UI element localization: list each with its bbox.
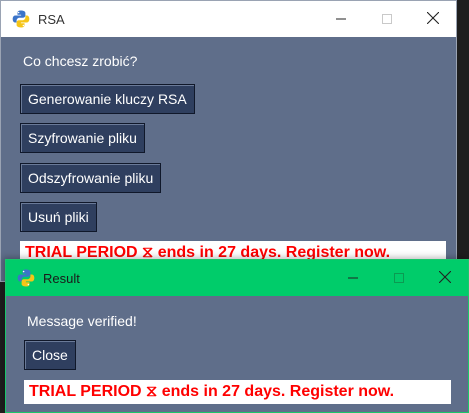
window-controls [318, 1, 456, 37]
minimize-icon [336, 12, 346, 27]
python-icon [15, 267, 37, 289]
generate-keys-button[interactable]: Generowanie kluczy RSA [20, 84, 195, 114]
background-desktop-strip [457, 0, 469, 259]
maximize-button[interactable] [364, 1, 410, 37]
result-message: Message verified! [27, 313, 137, 329]
encrypt-file-button[interactable]: Szyfrowanie pliku [20, 123, 145, 153]
maximize-icon [394, 271, 404, 286]
minimize-button[interactable] [330, 260, 376, 296]
trial-banner: TRIAL PERIOD ⧖ ends in 27 days. Register… [24, 380, 451, 404]
rsa-window: RSA Co chcesz zrobić? Generowanie kluczy… [0, 0, 457, 282]
window-controls [330, 260, 468, 296]
delete-files-button[interactable]: Usuń pliki [20, 202, 97, 232]
result-titlebar[interactable]: Result [6, 260, 468, 296]
result-content: Message verified! Close TRIAL PERIOD ⧖ e… [6, 296, 468, 412]
maximize-button[interactable] [376, 260, 422, 296]
close-button[interactable] [422, 260, 468, 296]
rsa-titlebar[interactable]: RSA [1, 1, 456, 37]
close-dialog-button[interactable]: Close [24, 340, 76, 370]
rsa-content: Co chcesz zrobić? Generowanie kluczy RSA… [1, 37, 456, 281]
window-title: RSA [38, 11, 65, 27]
python-icon [10, 8, 32, 30]
maximize-icon [382, 12, 392, 27]
close-icon [438, 270, 452, 286]
close-icon [426, 11, 440, 27]
result-window: Result Message verified! Close TRIAL PER… [5, 259, 469, 413]
decrypt-file-button[interactable]: Odszyfrowanie pliku [20, 163, 162, 193]
close-button[interactable] [410, 1, 456, 37]
prompt-label: Co chcesz zrobić? [23, 53, 138, 69]
minimize-button[interactable] [318, 1, 364, 37]
window-title: Result [43, 270, 80, 286]
minimize-icon [348, 271, 358, 286]
